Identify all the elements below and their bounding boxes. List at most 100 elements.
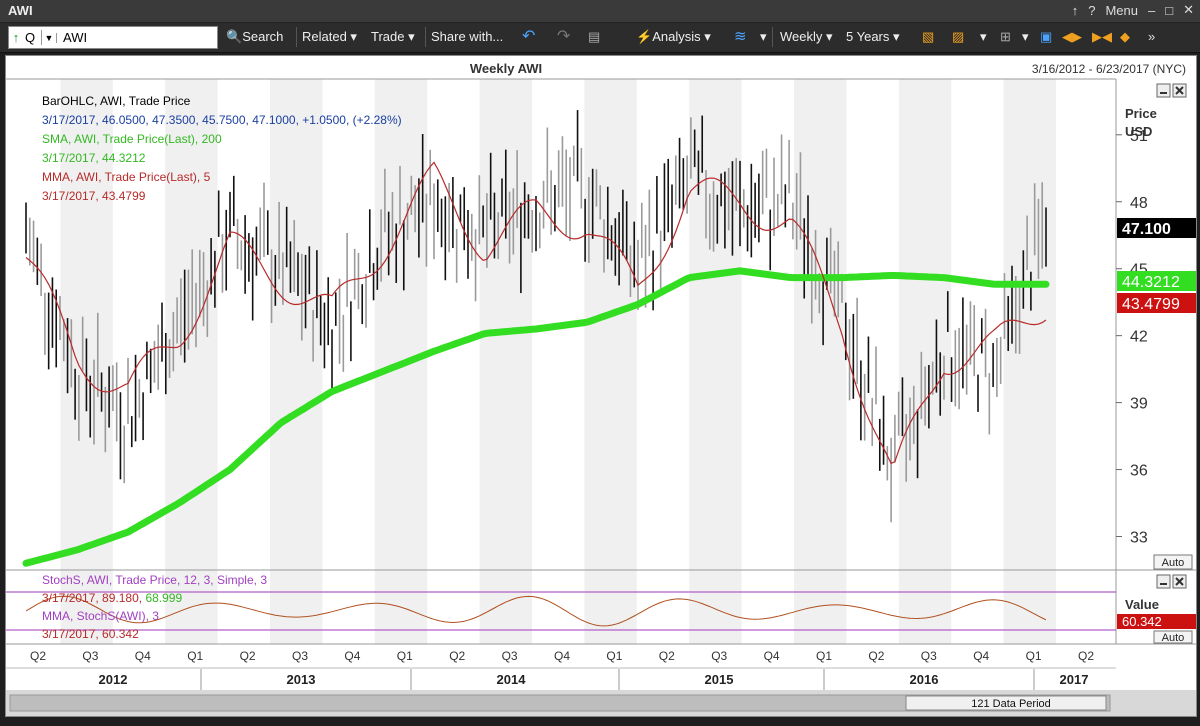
chevron-down-icon[interactable]: ▼ — [42, 32, 57, 43]
quarter-labels: Q2 Q3 Q4 Q1 Q2 Q3 Q4 Q1 Q2 Q3 Q4 Q1 Q2 Q3 Q4 Q1 Q2 Q3 Q4 Q1… — [30, 649, 1094, 663]
wave-dropdown[interactable]: ▾ — [760, 29, 767, 45]
quarter-label: Q4 — [973, 649, 989, 663]
scroll-left-icon[interactable]: ◀▶ — [1062, 29, 1082, 45]
sma-price-value: 44.3212 — [1122, 274, 1180, 291]
quarter-band — [270, 79, 323, 644]
window-title: AWI — [8, 3, 33, 18]
layout-dropdown[interactable]: ▾ — [1022, 29, 1029, 45]
layout-icon[interactable]: ⊞ — [1000, 29, 1011, 45]
stoch-values-prefix: 3/17/2017, 89.180, — [42, 591, 142, 605]
maximize-icon[interactable]: □ — [1165, 3, 1173, 18]
price-tick-label: 42 — [1130, 329, 1148, 346]
toolbar-divider — [425, 27, 426, 47]
stoch-mma-value: 3/17/2017, 60.342 — [42, 627, 139, 641]
mma-price-tag: 43.4799 — [1117, 293, 1196, 313]
line-chart-icon[interactable]: ▧ — [922, 29, 934, 45]
pin-icon[interactable]: ↑ — [1072, 3, 1079, 18]
data-period-label: 121 Data Period — [971, 698, 1051, 710]
year-label: 2014 — [497, 672, 527, 687]
quarter-label: Q3 — [82, 649, 98, 663]
legend-sma-title: SMA, AWI, Trade Price(Last), 200 — [42, 132, 222, 146]
link-arrow-icon: ↑ — [12, 30, 20, 45]
minimize-icon[interactable]: – — [1148, 3, 1155, 18]
price-chart-svg[interactable]: Weekly AWI 3/16/2012 - 6/23/2017 (NYC) B… — [6, 56, 1196, 716]
quarter-label: Q4 — [135, 649, 151, 663]
quarter-label: Q2 — [30, 649, 46, 663]
quarter-label: Q2 — [659, 649, 675, 663]
stoch-panel-minimize-button[interactable] — [1156, 574, 1171, 589]
period-label: Weekly — [780, 29, 823, 44]
price-axis-ticks — [1116, 134, 1122, 538]
price-panel-close-button[interactable] — [1172, 83, 1187, 98]
chart-title: Weekly AWI — [470, 61, 542, 76]
analysis-button[interactable]: ⚡Analysis ▾ — [636, 29, 711, 45]
wave-icon[interactable]: ≋ — [734, 27, 747, 45]
toolbar-divider — [296, 27, 297, 47]
folder-icon[interactable]: ▤ — [588, 29, 600, 45]
undo-icon[interactable]: ↶ — [522, 26, 535, 46]
quarter-band — [1003, 79, 1056, 644]
window-controls: ↑ ? Menu – □ ✕ — [1072, 2, 1194, 18]
chart-type-dropdown[interactable]: ▾ — [980, 29, 987, 45]
range-select[interactable]: 5 Years ▾ — [846, 29, 900, 45]
close-icon[interactable]: ✕ — [1183, 2, 1194, 18]
price-tick-label: 36 — [1130, 463, 1148, 480]
quarter-label: Q1 — [816, 649, 832, 663]
last-price-value: 47.100 — [1122, 221, 1171, 238]
stoch-axis-title: Value — [1125, 597, 1159, 612]
quarter-label: Q4 — [554, 649, 570, 663]
date-range: 3/16/2012 - 6/23/2017 (NYC) — [1032, 62, 1186, 76]
stoch-auto-button[interactable]: Auto — [1153, 630, 1193, 644]
symbol-prefix[interactable]: Q — [23, 30, 42, 45]
main-toolbar: ↑ Q ▼ AWI 🔍Search Related ▾ Trade ▾ Shar… — [0, 23, 1200, 53]
year-labels: 2012 2013 2014 2015 2016 2017 — [99, 669, 1088, 690]
price-axis-title: Price — [1125, 106, 1157, 121]
related-button[interactable]: Related ▾ — [302, 29, 357, 45]
legend-bar-title: BarOHLC, AWI, Trade Price — [42, 94, 191, 108]
stoch-tag-value: 60.342 — [1122, 614, 1162, 629]
quarter-label: Q3 — [921, 649, 937, 663]
symbol-value[interactable]: AWI — [57, 30, 87, 45]
share-button[interactable]: Share with... — [431, 29, 503, 44]
calendar-icon[interactable]: ▣ — [1040, 29, 1052, 45]
period-select[interactable]: Weekly ▾ — [780, 29, 833, 45]
symbol-input[interactable]: ↑ Q ▼ AWI — [8, 26, 218, 49]
menu-button[interactable]: Menu — [1105, 3, 1138, 18]
legend-mma-title: MMA, AWI, Trade Price(Last), 5 — [42, 170, 211, 184]
price-tick-label: 39 — [1130, 396, 1148, 413]
stoch-panel-close-button[interactable] — [1172, 574, 1187, 589]
more-icon[interactable]: » — [1148, 29, 1155, 44]
quarter-label: Q4 — [344, 649, 360, 663]
price-auto-button[interactable]: Auto — [1153, 554, 1193, 570]
related-label: Related — [302, 29, 347, 44]
quarter-label: Q1 — [187, 649, 203, 663]
stoch-values: 3/17/2017, 89.180, 68.999 — [42, 591, 182, 605]
stoch-title: StochS, AWI, Trade Price, 12, 3, Simple,… — [42, 573, 267, 587]
price-tick-label: 51 — [1130, 128, 1148, 145]
analysis-label: Analysis — [652, 29, 701, 44]
search-button[interactable]: 🔍Search — [226, 29, 283, 45]
zoom-icon[interactable]: ▶◀ — [1092, 29, 1112, 45]
price-tick-label: 48 — [1130, 195, 1148, 212]
legend-mma-value: 3/17/2017, 43.4799 — [42, 189, 146, 203]
trade-button[interactable]: Trade ▾ — [371, 29, 415, 45]
help-icon[interactable]: ? — [1088, 3, 1095, 18]
legend-sma-value: 3/17/2017, 44.3212 — [42, 151, 146, 165]
sma-price-tag: 44.3212 — [1117, 271, 1196, 291]
price-tick-label: 33 — [1130, 530, 1148, 547]
zoom-vertical-icon[interactable]: ◆ — [1120, 29, 1130, 45]
year-label: 2015 — [705, 672, 734, 687]
stoch-mma-title: MMA, StochS(AWI), 3 — [42, 609, 159, 623]
redo-icon[interactable]: ↷ — [557, 26, 570, 46]
quarter-band — [794, 79, 847, 644]
chart-window: Weekly AWI 3/16/2012 - 6/23/2017 (NYC) B… — [5, 55, 1197, 717]
quarter-label: Q2 — [240, 649, 256, 663]
year-label: 2016 — [910, 672, 939, 687]
quarter-label: Q1 — [397, 649, 413, 663]
quarter-label: Q3 — [292, 649, 308, 663]
price-panel-minimize-button[interactable] — [1156, 83, 1171, 98]
quarter-label: Q1 — [606, 649, 622, 663]
analysis-icon: ⚡ — [636, 29, 653, 44]
stoch-values-green: 68.999 — [145, 591, 182, 605]
candle-chart-icon[interactable]: ▨ — [952, 29, 964, 45]
